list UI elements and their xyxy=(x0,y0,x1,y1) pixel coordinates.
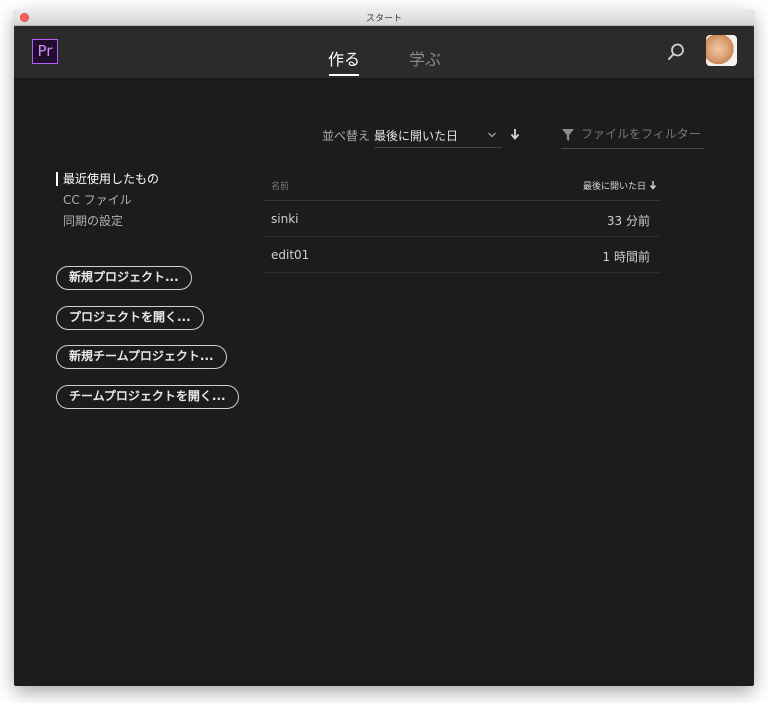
app-window: スタート Pr 作る 学ぶ 並べ替え 最後に開いた日 最近使用したもの CC フ… xyxy=(14,10,754,686)
sidebar-item-recent[interactable]: 最近使用したもの xyxy=(56,171,159,192)
file-name: sinki xyxy=(271,212,299,226)
new-team-project-button[interactable]: 新規チームプロジェクト... xyxy=(56,345,227,369)
table-header: 名前 最後に開いた日 xyxy=(263,169,660,201)
sort-value: 最後に開いた日 xyxy=(374,129,459,143)
sidebar-item-sync-settings[interactable]: 同期の設定 xyxy=(56,213,159,234)
sort-dropdown[interactable]: 最後に開いた日 xyxy=(374,122,502,148)
app-header: Pr 作る 学ぶ xyxy=(14,26,754,78)
open-team-project-button[interactable]: チームプロジェクトを開く... xyxy=(56,385,239,409)
file-name: edit01 xyxy=(271,248,310,262)
search-icon[interactable] xyxy=(666,42,686,62)
open-project-button[interactable]: プロジェクトを開く... xyxy=(56,306,204,330)
column-header-date[interactable]: 最後に開いた日 xyxy=(583,179,646,192)
sidebar-item-cc-files[interactable]: CC ファイル xyxy=(56,192,159,213)
tab-learn[interactable]: 学ぶ xyxy=(409,46,441,70)
title-bar: スタート xyxy=(14,10,754,26)
premiere-logo: Pr xyxy=(32,39,58,64)
file-last-opened: 1 時間前 xyxy=(602,250,650,264)
chevron-down-icon xyxy=(488,132,496,138)
file-last-opened: 33 分前 xyxy=(606,214,650,228)
new-project-button[interactable]: 新規プロジェクト... xyxy=(56,266,192,290)
user-avatar[interactable] xyxy=(706,35,737,66)
sort-arrow-icon xyxy=(649,181,657,190)
table-row[interactable]: edit01 1 時間前 xyxy=(263,237,660,273)
sidebar-nav: 最近使用したもの CC ファイル 同期の設定 xyxy=(56,171,159,234)
recent-files-table: 名前 最後に開いた日 sinki 33 分前 edit01 1 時間前 xyxy=(263,169,660,273)
filter-icon xyxy=(562,129,574,141)
tab-make[interactable]: 作る xyxy=(328,46,360,70)
sort-direction-arrow-icon[interactable] xyxy=(509,127,521,141)
filter-box xyxy=(561,122,704,149)
table-row[interactable]: sinki 33 分前 xyxy=(263,201,660,237)
window-title: スタート xyxy=(365,14,402,24)
sort-label: 並べ替え xyxy=(322,129,371,143)
active-tab-indicator xyxy=(329,74,359,76)
column-header-name[interactable]: 名前 xyxy=(271,179,289,192)
filter-input[interactable] xyxy=(581,125,701,143)
